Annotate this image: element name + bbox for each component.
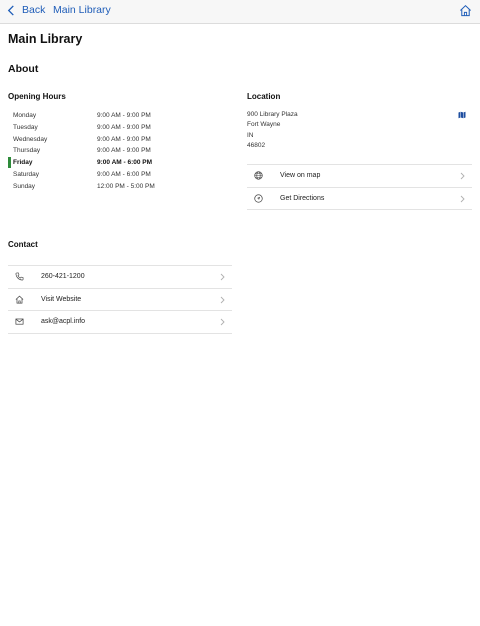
hours-time: 9:00 AM - 6:00 PM — [97, 170, 151, 178]
hours-row-wednesday: Wednesday 9:00 AM - 9:00 PM — [8, 134, 178, 146]
chevron-right-icon — [220, 273, 225, 281]
address-line: IN — [247, 131, 254, 139]
home-icon[interactable] — [459, 4, 472, 17]
today-marker — [8, 157, 11, 169]
hours-row-sunday: Sunday 12:00 PM - 5:00 PM — [8, 181, 178, 193]
hours-day: Thursday — [13, 147, 41, 155]
navigation-bar: Back Main Library — [0, 0, 480, 24]
hours-time: 9:00 AM - 9:00 PM — [97, 135, 151, 143]
globe-icon — [254, 171, 263, 180]
contact-title: Contact — [8, 240, 38, 249]
section-title-about: About — [8, 63, 39, 75]
hours-row-friday-today: Friday 9:00 AM - 6:00 PM — [8, 157, 178, 169]
contact-website-row[interactable]: Visit Website — [8, 289, 232, 311]
hours-time: 9:00 AM - 9:00 PM — [97, 147, 151, 155]
location-title: Location — [247, 92, 281, 101]
website-label: Visit Website — [41, 295, 82, 303]
opening-hours-table: Monday 9:00 AM - 9:00 PM Tuesday 9:00 AM… — [8, 110, 178, 193]
page-title: Main Library — [8, 32, 83, 46]
nav-title: Main Library — [53, 4, 111, 16]
address-line: 900 Library Plaza — [247, 111, 298, 118]
email-label: ask@acpl.info — [41, 318, 86, 325]
contact-email-row[interactable]: ask@acpl.info — [8, 311, 232, 334]
hours-day: Tuesday — [13, 123, 38, 131]
get-directions-label: Get Directions — [280, 194, 325, 202]
address-line: Fort Wayne — [247, 121, 281, 129]
contact-list: 260-421-1200 Visit Website ask@acpl.info — [8, 265, 232, 334]
directions-icon — [254, 193, 263, 203]
hours-day: Sunday — [13, 182, 36, 190]
address: 900 Library Plaza Fort Wayne IN 46802 — [247, 110, 298, 151]
hours-time: 12:00 PM - 5:00 PM — [97, 182, 155, 190]
hours-time: 9:00 AM - 9:00 PM — [97, 112, 151, 119]
back-button[interactable]: Back — [7, 4, 45, 16]
hours-time: 9:00 AM - 9:00 PM — [97, 123, 151, 131]
get-directions-row[interactable]: Get Directions — [247, 188, 472, 210]
map-icon[interactable] — [458, 111, 466, 119]
mail-icon — [15, 318, 24, 325]
home-icon — [15, 295, 24, 303]
phone-label: 260-421-1200 — [41, 273, 85, 280]
address-line: 46802 — [247, 141, 266, 149]
view-on-map-label: View on map — [280, 172, 321, 179]
back-label: Back — [22, 4, 46, 16]
chevron-right-icon — [220, 296, 225, 303]
hours-time: 9:00 AM - 6:00 PM — [97, 159, 153, 167]
hours-row-monday: Monday 9:00 AM - 9:00 PM — [8, 110, 178, 122]
contact-phone-row[interactable]: 260-421-1200 — [8, 266, 232, 289]
view-on-map-row[interactable]: View on map — [247, 165, 472, 188]
chevron-left-icon — [7, 4, 14, 16]
hours-day: Monday — [13, 112, 37, 119]
hours-day: Wednesday — [13, 135, 48, 143]
chevron-right-icon — [460, 172, 465, 180]
chevron-right-icon — [220, 318, 225, 326]
phone-icon — [15, 272, 24, 281]
hours-row-saturday: Saturday 9:00 AM - 6:00 PM — [8, 169, 178, 181]
hours-row-thursday: Thursday 9:00 AM - 9:00 PM — [8, 145, 178, 157]
hours-day: Friday — [13, 159, 33, 167]
chevron-right-icon — [460, 195, 465, 202]
location-actions-list: View on map Get Directions — [247, 164, 472, 210]
hours-row-tuesday: Tuesday 9:00 AM - 9:00 PM — [8, 122, 178, 134]
hours-day: Saturday — [13, 170, 40, 178]
opening-hours-title: Opening Hours — [8, 92, 66, 101]
